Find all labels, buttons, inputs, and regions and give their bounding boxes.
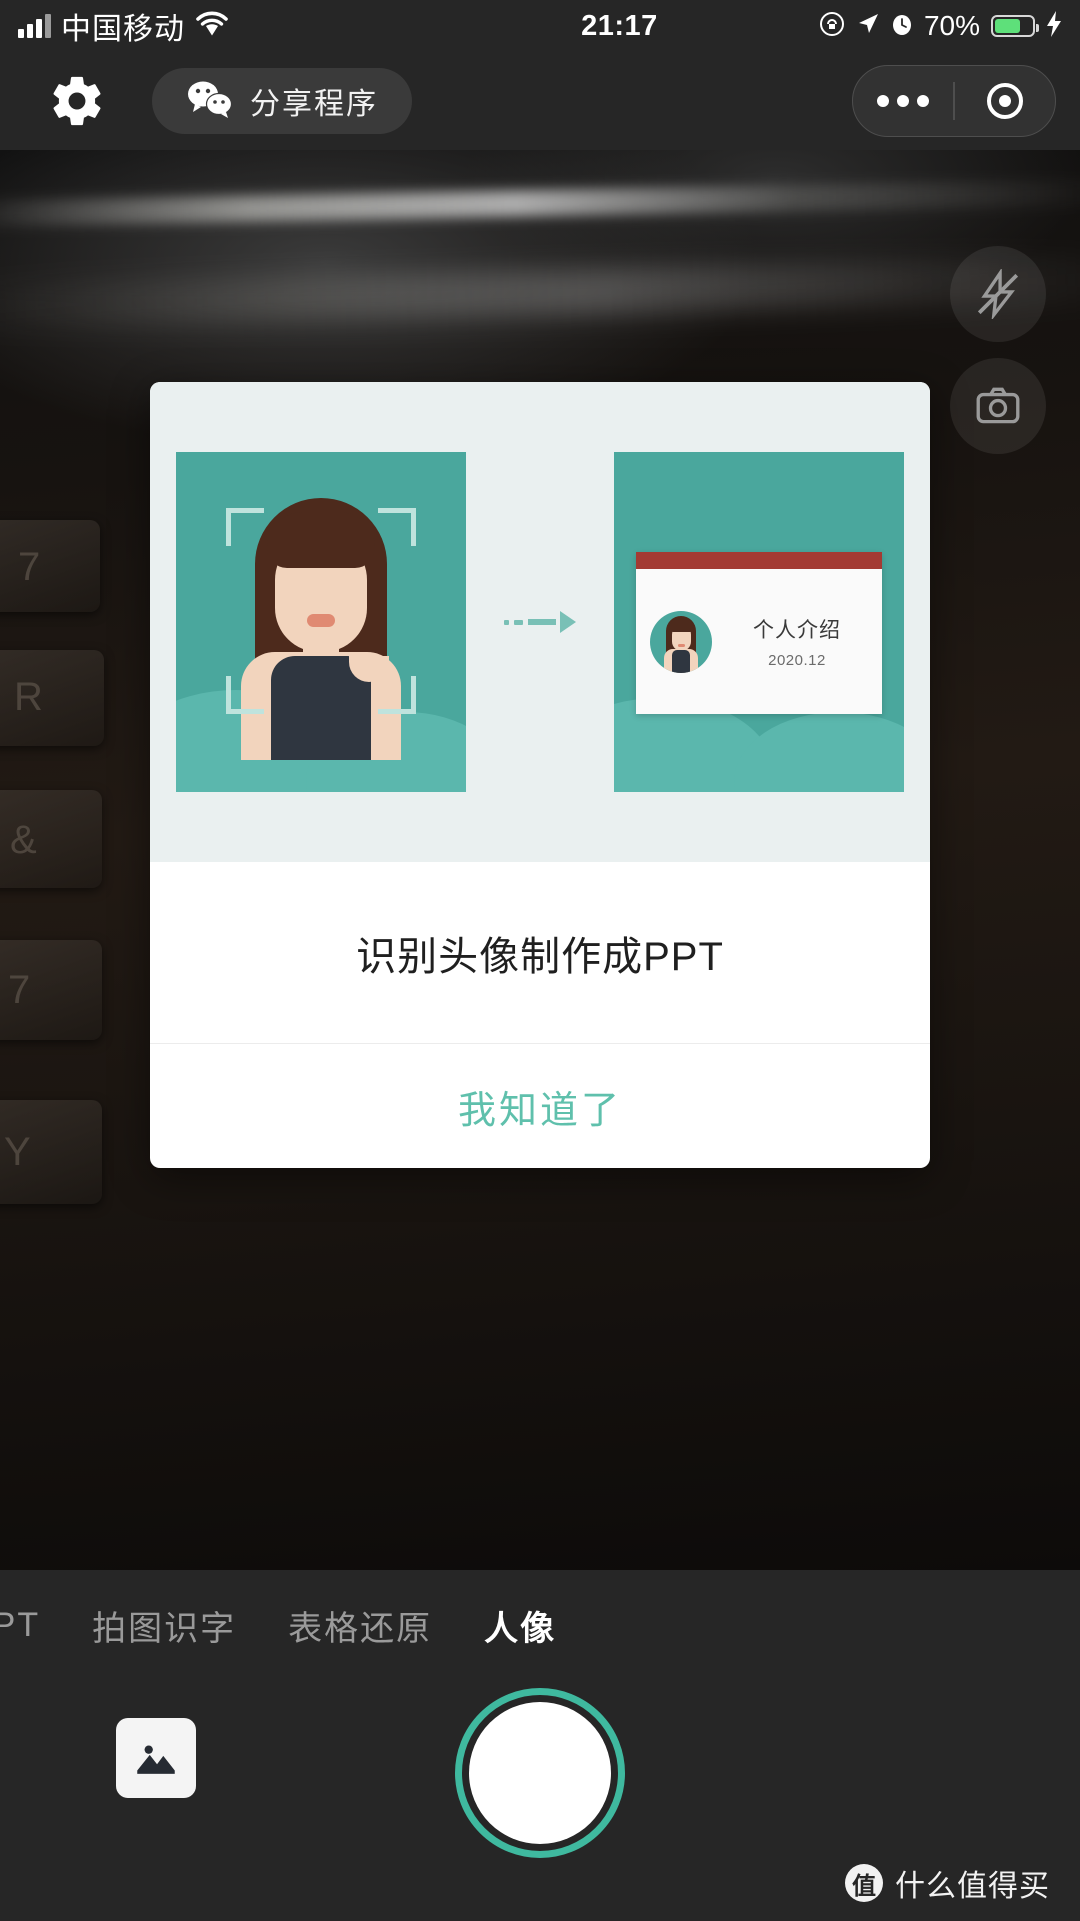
laptop-key: [0, 520, 100, 612]
nav-bar: 分享程序: [0, 52, 1080, 150]
shutter-button[interactable]: [455, 1688, 625, 1858]
image-gallery-icon[interactable]: [116, 1718, 196, 1798]
battery-icon: [991, 15, 1039, 37]
clock-label: 21:17: [581, 9, 658, 42]
frame-bracket-icon: [378, 508, 416, 546]
laptop-key-label: R: [14, 675, 43, 719]
frame-bracket-icon: [378, 676, 416, 714]
tab-ppt[interactable]: PPT: [0, 1606, 40, 1645]
target-circle-icon[interactable]: [955, 83, 1055, 119]
lightning-bolt-icon: [1046, 10, 1062, 42]
miniprogram-capsule: [852, 65, 1056, 137]
signal-bars-icon: [18, 14, 51, 38]
camera-flip-icon[interactable]: [950, 358, 1046, 454]
carrier-label: 中国移动: [61, 13, 185, 46]
wechat-icon: [186, 79, 234, 124]
more-dots-icon[interactable]: [853, 95, 953, 107]
wifi-icon: [195, 11, 229, 42]
watermark: 值 什么值得买: [845, 1861, 1050, 1905]
mode-tabs: PPT 拍图识字 表格还原 人像: [0, 1570, 1080, 1680]
slide-title: 个人介绍: [753, 619, 841, 642]
watermark-text: 什么值得买: [895, 1870, 1050, 1903]
ppt-result-panel: 个人介绍 2020.12: [614, 452, 904, 792]
modal-illustration: 个人介绍 2020.12: [150, 382, 930, 862]
tip-modal: 个人介绍 2020.12 识别头像制作成PPT 我知道了: [150, 382, 930, 1168]
alarm-clock-icon: [891, 12, 913, 41]
share-program-label: 分享程序: [250, 88, 378, 121]
slide-avatar: [650, 610, 712, 673]
slide-text: 个人介绍 2020.12: [726, 614, 868, 669]
frame-bracket-icon: [226, 508, 264, 546]
status-bar-right: 70%: [819, 10, 1080, 42]
camera-controls: [0, 1680, 1080, 1890]
location-arrow-icon: [856, 12, 880, 41]
status-bar: 中国移动 21:17 70%: [0, 0, 1080, 52]
share-program-button[interactable]: 分享程序: [152, 68, 412, 134]
laptop-key-label: 7: [18, 545, 41, 589]
modal-confirm-button[interactable]: 我知道了: [150, 1044, 930, 1168]
viewfinder-highlight: [0, 178, 1080, 228]
flash-off-icon[interactable]: [950, 246, 1046, 342]
watermark-logo: 值: [845, 1864, 883, 1902]
slide-body: 个人介绍 2020.12: [636, 569, 882, 714]
status-bar-left: 中国移动: [0, 4, 420, 48]
slide-date: 2020.12: [768, 652, 826, 669]
laptop-key-label: &: [10, 818, 37, 862]
bottom-bar: PPT 拍图识字 表格还原 人像 值 什么值得买: [0, 1570, 1080, 1921]
gear-icon[interactable]: [48, 72, 106, 130]
status-bar-center: 21:17: [420, 10, 819, 43]
slide-header-bar: [636, 552, 882, 569]
battery-percent-label: 70%: [923, 10, 980, 41]
arrow-right-icon: [504, 611, 576, 633]
rotation-lock-icon: [819, 11, 845, 42]
tab-table[interactable]: 表格还原: [288, 1601, 432, 1650]
tab-ocr[interactable]: 拍图识字: [92, 1601, 236, 1650]
laptop-key-label: Y: [4, 1130, 31, 1174]
laptop-key-label: 7: [8, 968, 31, 1012]
frame-bracket-icon: [226, 676, 264, 714]
portrait-photo-panel: [176, 452, 466, 792]
modal-title: 识别头像制作成PPT: [150, 862, 930, 1044]
viewfinder-highlight-soft: [0, 255, 1080, 331]
tab-portrait[interactable]: 人像: [484, 1601, 556, 1650]
ppt-slide: 个人介绍 2020.12: [636, 552, 882, 714]
